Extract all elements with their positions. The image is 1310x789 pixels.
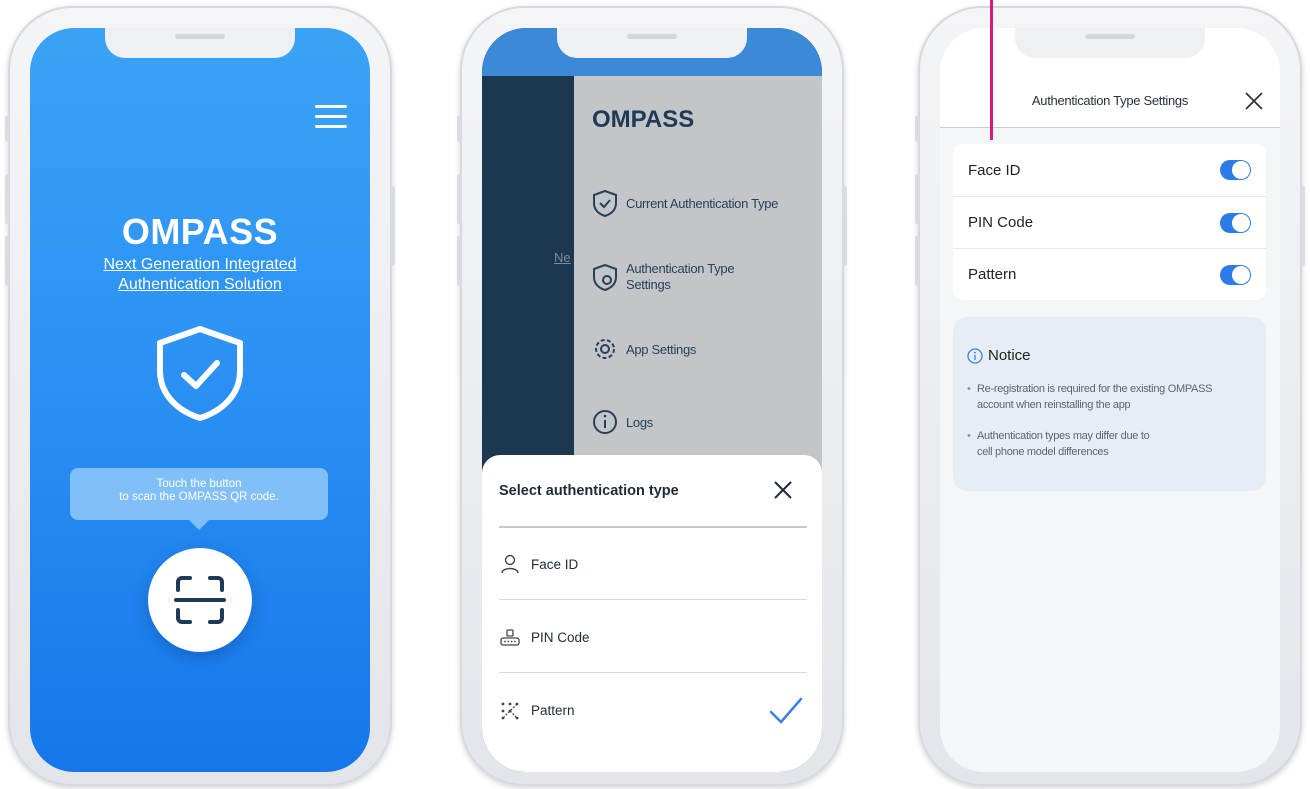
app-title: OMPASS bbox=[121, 211, 279, 252]
shield-check-icon bbox=[593, 189, 617, 218]
phone-settings: Authentication Type Settings Face ID PIN… bbox=[915, 6, 1305, 786]
menu-item-label: Authentication Type bbox=[626, 261, 735, 276]
person-icon bbox=[501, 554, 519, 574]
menu-item-label: App Settings bbox=[626, 341, 697, 357]
notice-item-line1: Authentication types may differ due to bbox=[977, 430, 1150, 442]
annotation-line bbox=[990, 0, 993, 140]
menu-item-label: Current Authentication Type bbox=[626, 195, 779, 211]
auth-type-sheet: Select authentication type Face ID PIN C… bbox=[482, 455, 822, 772]
phone-menu: Ne OMPASS Current Authentication Type Au… bbox=[457, 6, 847, 786]
scan-tooltip: Touch the button to scan the OMPASS QR c… bbox=[70, 468, 328, 520]
shield-gear-icon bbox=[593, 263, 617, 292]
notice-box: Notice Re-registration is required for t… bbox=[953, 317, 1266, 491]
setting-row-face-id: Face ID bbox=[953, 144, 1266, 196]
subtitle-line2[interactable]: Authentication Solution bbox=[30, 276, 370, 294]
menu-item-logs[interactable]: Logs bbox=[590, 407, 653, 437]
menu-icon[interactable] bbox=[315, 105, 347, 129]
stage: OMPASS Next Generation Integrated Authen… bbox=[0, 0, 1310, 789]
divider bbox=[499, 526, 807, 528]
option-label: Face ID bbox=[531, 556, 579, 572]
menu-item-label-line2: Settings bbox=[626, 277, 671, 292]
home-screen: OMPASS Next Generation Integrated Authen… bbox=[30, 28, 370, 772]
notch bbox=[1015, 28, 1205, 58]
option-pattern[interactable]: Pattern bbox=[499, 690, 807, 730]
setting-label: Pattern bbox=[968, 266, 1017, 283]
option-label: Pattern bbox=[531, 702, 575, 718]
option-face-id[interactable]: Face ID bbox=[499, 544, 807, 584]
phone-home: OMPASS Next Generation Integrated Authen… bbox=[5, 6, 395, 786]
notice-item-line2: account when reinstalling the app bbox=[977, 399, 1131, 411]
drawer-logo: OMPASS bbox=[592, 106, 695, 133]
notch bbox=[105, 28, 295, 58]
divider bbox=[499, 672, 807, 673]
pin-code-toggle[interactable] bbox=[1220, 213, 1251, 233]
notice-item: Authentication types may differ due to c… bbox=[967, 428, 1247, 460]
gear-icon bbox=[595, 339, 615, 359]
side-drawer: OMPASS Current Authentication Type Authe… bbox=[574, 76, 822, 476]
setting-row-pattern: Pattern bbox=[953, 248, 1266, 300]
menu-item-current-auth-type[interactable]: Current Authentication Type bbox=[590, 188, 778, 218]
close-icon[interactable] bbox=[772, 479, 794, 501]
subtitle-line1[interactable]: Next Generation Integrated bbox=[30, 256, 370, 274]
info-icon bbox=[967, 347, 983, 364]
keypad-icon bbox=[500, 629, 520, 646]
background-text: Ne bbox=[554, 250, 571, 265]
notice-item-line2: cell phone model differences bbox=[977, 446, 1109, 458]
info-icon bbox=[593, 410, 617, 434]
notice-heading: Notice bbox=[967, 347, 1031, 364]
pattern-icon bbox=[501, 702, 519, 720]
divider bbox=[499, 599, 807, 600]
tooltip-line1: Touch the button bbox=[156, 478, 242, 490]
notch bbox=[557, 28, 747, 58]
menu-item-label: Logs bbox=[626, 414, 653, 430]
face-id-toggle[interactable] bbox=[1220, 160, 1251, 180]
sheet-title: Select authentication type bbox=[499, 483, 679, 499]
notice-title: Notice bbox=[988, 347, 1031, 364]
qr-scan-icon bbox=[174, 576, 226, 624]
option-label: PIN Code bbox=[531, 629, 590, 645]
tooltip-line2: to scan the OMPASS QR code. bbox=[119, 491, 279, 503]
scan-qr-button[interactable] bbox=[148, 548, 252, 652]
checkmark-icon bbox=[769, 697, 803, 724]
shield-check-icon bbox=[157, 326, 243, 421]
menu-screen: Ne OMPASS Current Authentication Type Au… bbox=[482, 28, 822, 772]
dimmed-overlay[interactable] bbox=[482, 76, 574, 476]
option-pin-code[interactable]: PIN Code bbox=[499, 617, 807, 657]
notice-item-line1: Re-registration is required for the exis… bbox=[977, 383, 1213, 395]
setting-label: Face ID bbox=[968, 161, 1021, 179]
menu-item-auth-type-settings[interactable]: Authentication Type Settings bbox=[590, 261, 735, 293]
setting-label: PIN Code bbox=[968, 214, 1034, 231]
close-icon[interactable] bbox=[1243, 90, 1265, 112]
notice-item: Re-registration is required for the exis… bbox=[967, 381, 1247, 413]
pattern-toggle[interactable] bbox=[1220, 265, 1251, 285]
menu-item-app-settings[interactable]: App Settings bbox=[590, 334, 696, 364]
auth-settings-list: Face ID PIN Code Pattern bbox=[953, 144, 1266, 300]
setting-row-pin-code: PIN Code bbox=[953, 196, 1266, 248]
